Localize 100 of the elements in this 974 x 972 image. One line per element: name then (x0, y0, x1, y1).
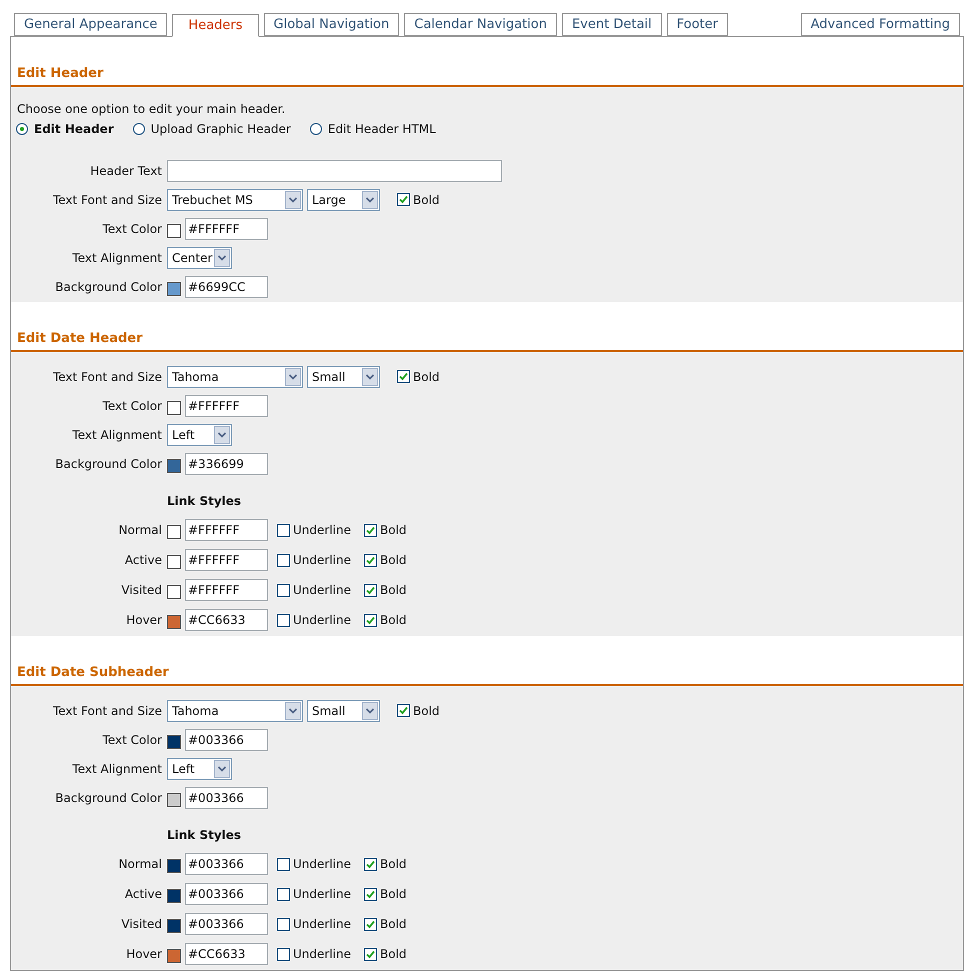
radio-button[interactable] (16, 123, 28, 135)
caret-icon (285, 368, 301, 386)
checkbox[interactable] (277, 614, 290, 626)
color-swatch[interactable] (167, 792, 181, 806)
checkbox-label: Bold (413, 702, 440, 720)
color-field[interactable]: #FFFFFF (185, 579, 268, 601)
dropdown[interactable]: Small (307, 366, 380, 388)
color-swatch[interactable] (167, 919, 181, 933)
checkbox[interactable] (277, 888, 290, 900)
checkbox-label: Underline (293, 856, 351, 873)
checkbox-label: Underline (293, 612, 351, 629)
color-swatch[interactable] (167, 400, 181, 414)
field-label: Text Color (102, 222, 162, 236)
tab[interactable]: Calendar Navigation (404, 13, 557, 36)
field-label: Visited (121, 917, 162, 931)
color-swatch[interactable] (167, 859, 181, 873)
checkbox[interactable] (397, 370, 410, 383)
color-field[interactable]: #6699CC (185, 276, 268, 298)
color-swatch[interactable] (167, 585, 181, 599)
field-label: Text Alignment (72, 762, 162, 776)
color-swatch[interactable] (167, 458, 181, 472)
checkbox[interactable] (277, 858, 290, 870)
radio-label: Upload Graphic Header (150, 121, 291, 138)
color-swatch[interactable] (167, 615, 181, 629)
check-icon (399, 706, 408, 715)
tab[interactable]: Footer (666, 13, 728, 36)
checkbox[interactable] (364, 858, 377, 870)
field-label: Text Alignment (72, 250, 162, 264)
field-label: Visited (121, 583, 162, 597)
dropdown[interactable]: Tahoma (167, 366, 303, 388)
color-field[interactable]: #336699 (185, 452, 268, 474)
color-field[interactable]: #003366 (185, 786, 268, 808)
section-title: Edit Date Header (17, 330, 143, 348)
color-field[interactable]: #003366 (185, 883, 268, 905)
color-field[interactable]: #003366 (185, 913, 268, 935)
section-title: Edit Date Subheader (17, 664, 169, 682)
color-swatch[interactable] (167, 889, 181, 903)
color-field[interactable]: #003366 (185, 853, 268, 875)
dropdown[interactable]: Tahoma (167, 700, 303, 722)
checkbox[interactable] (364, 584, 377, 596)
color-field[interactable]: #CC6633 (185, 943, 268, 965)
color-field[interactable]: #003366 (185, 728, 268, 750)
text-field[interactable] (167, 160, 502, 182)
checkbox-label: Bold (380, 522, 407, 539)
caret-icon (362, 368, 378, 386)
caret-icon (285, 190, 301, 208)
color-swatch[interactable] (167, 224, 181, 238)
checkbox[interactable] (364, 614, 377, 626)
dropdown[interactable]: Left (167, 758, 232, 780)
check-icon (366, 616, 375, 624)
dropdown[interactable]: Center (167, 246, 232, 268)
field-label: Active (124, 553, 162, 567)
checkbox[interactable] (277, 918, 290, 930)
subsection-title: Link Styles (167, 492, 242, 510)
tab[interactable]: Advanced Formatting (800, 13, 960, 36)
color-field[interactable]: #CC6633 (185, 609, 268, 631)
radio-label: Edit Header (34, 121, 114, 138)
caret-icon (214, 248, 230, 266)
color-field[interactable]: #FFFFFF (185, 394, 268, 416)
check-icon (366, 920, 375, 928)
checkbox[interactable] (277, 584, 290, 596)
tab[interactable]: General Appearance (14, 13, 168, 36)
radio-button[interactable] (132, 123, 145, 135)
checkbox[interactable] (397, 704, 410, 717)
color-swatch[interactable] (167, 949, 181, 963)
checkbox[interactable] (364, 948, 377, 960)
color-swatch[interactable] (167, 555, 181, 569)
checkbox[interactable] (364, 554, 377, 566)
color-swatch[interactable] (167, 282, 181, 296)
checkbox[interactable] (277, 554, 290, 566)
tab[interactable]: Global Navigation (264, 13, 400, 36)
dropdown[interactable]: Trebuchet MS (167, 188, 303, 210)
checkbox[interactable] (277, 524, 290, 536)
caret-icon (285, 702, 301, 720)
color-field[interactable]: #FFFFFF (185, 218, 268, 240)
dropdown[interactable]: Left (167, 424, 232, 446)
check-icon (366, 890, 375, 898)
checkbox[interactable] (364, 524, 377, 536)
color-field[interactable]: #FFFFFF (185, 549, 268, 571)
color-swatch[interactable] (167, 734, 181, 748)
dropdown[interactable]: Large (307, 188, 380, 210)
caret-icon (362, 702, 378, 720)
color-swatch[interactable] (167, 525, 181, 539)
checkbox[interactable] (397, 193, 410, 206)
checkbox-label: Bold (380, 552, 407, 569)
check-icon (366, 556, 375, 564)
color-field[interactable]: #FFFFFF (185, 519, 268, 541)
field-label: Text Font and Size (52, 370, 162, 384)
radio-button[interactable] (310, 123, 322, 135)
tab[interactable]: Headers (172, 14, 259, 37)
tab[interactable]: Event Detail (562, 13, 662, 36)
checkbox[interactable] (277, 948, 290, 960)
check-icon (399, 372, 408, 381)
checkbox-label: Bold (380, 582, 407, 599)
caret-icon (214, 760, 230, 778)
checkbox-label: Underline (293, 522, 351, 539)
checkbox[interactable] (364, 918, 377, 930)
check-icon (366, 586, 375, 594)
checkbox[interactable] (364, 888, 377, 900)
dropdown[interactable]: Small (307, 700, 380, 722)
